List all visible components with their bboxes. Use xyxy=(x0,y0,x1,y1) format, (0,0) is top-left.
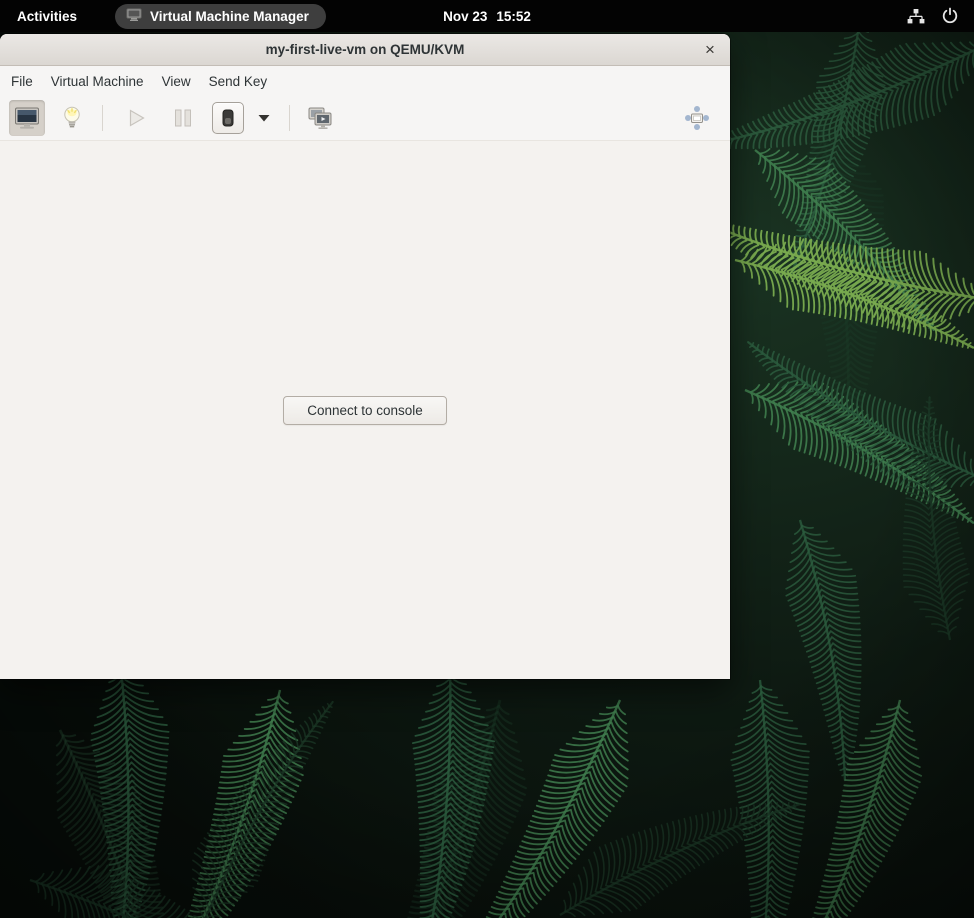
toolbar-separator xyxy=(102,105,103,131)
chevron-down-icon xyxy=(257,113,271,123)
run-button xyxy=(118,100,154,136)
shutdown-button[interactable] xyxy=(212,102,244,134)
lightbulb-icon xyxy=(61,105,83,131)
auto-resize-button xyxy=(679,100,715,136)
menubar: FileVirtual MachineViewSend Key xyxy=(0,66,730,96)
resize-icon xyxy=(684,105,710,131)
power-icon xyxy=(941,7,959,25)
pause-icon xyxy=(172,106,194,130)
menu-view[interactable]: View xyxy=(153,66,200,96)
show-hardware-details-button[interactable] xyxy=(54,100,90,136)
fullscreen-button[interactable] xyxy=(302,100,338,136)
close-icon[interactable]: × xyxy=(699,39,721,61)
connect-to-console-button[interactable]: Connect to console xyxy=(283,396,447,425)
menu-virtual-machine[interactable]: Virtual Machine xyxy=(42,66,153,96)
monitor-icon xyxy=(14,106,40,130)
system-menu[interactable] xyxy=(906,0,974,32)
console-view-button[interactable] xyxy=(9,100,45,136)
shutdown-icon xyxy=(222,109,234,127)
toolbar xyxy=(0,96,730,140)
pause-button xyxy=(165,100,201,136)
fullscreen-icon xyxy=(307,106,333,131)
menu-send-key[interactable]: Send Key xyxy=(200,66,277,96)
menu-file[interactable]: File xyxy=(2,66,42,96)
gnome-top-bar: Activities Virtual Machine Manager Nov 2… xyxy=(0,0,974,32)
clock-time: 15:52 xyxy=(496,9,531,24)
app-indicator-label: Virtual Machine Manager xyxy=(150,9,309,24)
toolbar-separator xyxy=(289,105,290,131)
window-title: my-first-live-vm on QEMU/KVM xyxy=(266,42,465,57)
virtual-machine-manager-icon xyxy=(126,8,142,25)
network-wired-icon xyxy=(906,8,926,25)
clock-button[interactable]: Nov 23 15:52 xyxy=(443,9,531,24)
app-indicator-button[interactable]: Virtual Machine Manager xyxy=(115,4,326,29)
window-titlebar[interactable]: my-first-live-vm on QEMU/KVM × xyxy=(0,34,730,66)
console-placeholder: Connect to console xyxy=(0,140,730,679)
play-icon xyxy=(123,105,149,131)
shutdown-menu-button[interactable] xyxy=(251,100,277,136)
virt-manager-window: my-first-live-vm on QEMU/KVM × FileVirtu… xyxy=(0,34,730,679)
activities-button[interactable]: Activities xyxy=(0,0,94,32)
clock-date: Nov 23 xyxy=(443,9,487,24)
